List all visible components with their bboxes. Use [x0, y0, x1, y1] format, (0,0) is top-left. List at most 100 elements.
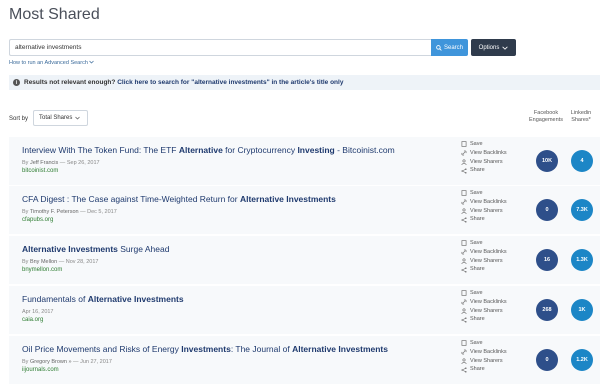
sharers-label: View Sharers	[470, 307, 503, 314]
facebook-count-badge[interactable]: 0	[536, 199, 558, 221]
result-date: Sep 26, 2017	[66, 160, 100, 166]
share-icon	[461, 168, 467, 174]
backlinks-action[interactable]: View Backlinks	[461, 198, 507, 207]
share-action[interactable]: Share	[461, 215, 507, 224]
result-date: Jun 27, 2017	[80, 359, 112, 365]
save-action[interactable]: Save	[461, 140, 507, 149]
result-domain-link[interactable]: cfapubs.org	[22, 217, 53, 223]
result-date: Apr 16, 2017	[22, 309, 54, 315]
result-title-link[interactable]: Oil Price Movements and Risks of Energy …	[22, 344, 388, 354]
result-domain-link[interactable]: bnymellon.com	[22, 267, 62, 273]
sort-label: Sort by	[9, 116, 29, 122]
save-action[interactable]: Save	[461, 189, 507, 198]
share-action[interactable]: Share	[461, 315, 507, 324]
sharers-label: View Sharers	[470, 357, 503, 364]
linkedin-shares-header[interactable]: Linkedin Shares*	[565, 110, 597, 124]
bookmark-icon	[461, 190, 467, 197]
result-title-link[interactable]: Fundamentals of Alternative Investments	[22, 294, 184, 304]
result-title-link[interactable]: CFA Digest : The Case against Time-Weigh…	[22, 194, 336, 204]
save-action[interactable]: Save	[461, 289, 507, 298]
result-actions: Save View Backlinks View Sharers Share	[461, 189, 507, 224]
save-label: Save	[470, 290, 483, 296]
result-domain-link[interactable]: iijournals.com	[22, 367, 59, 373]
linkedin-count-badge[interactable]: 1.3K	[571, 249, 593, 271]
sharers-action[interactable]: View Sharers	[461, 158, 507, 167]
options-button[interactable]: Options	[471, 39, 516, 56]
user-icon	[461, 358, 467, 364]
linkedin-count-badge[interactable]: 7.3K	[571, 199, 593, 221]
search-button[interactable]: Search	[431, 39, 468, 56]
linkedin-count-badge[interactable]: 1K	[571, 299, 593, 321]
result-actions: Save View Backlinks View Sharers Share	[461, 289, 507, 324]
result-domain-link[interactable]: bitcoinist.com	[22, 168, 58, 174]
backlinks-action[interactable]: View Backlinks	[461, 248, 507, 257]
result-author[interactable]: Bny Mellon	[30, 259, 57, 265]
result-actions: Save View Backlinks View Sharers Share	[461, 140, 507, 175]
result-title-segment: Alternative Investments	[22, 244, 118, 254]
linkedin-count-badge[interactable]: 1.2K	[571, 349, 593, 371]
result-date: Dec 5, 2017	[87, 209, 117, 215]
result-title-segment: Investing	[297, 145, 335, 155]
facebook-engagements-header[interactable]: Facebook Engagements	[525, 110, 567, 124]
sharers-action[interactable]: View Sharers	[461, 307, 507, 316]
bookmark-icon	[461, 340, 467, 347]
advanced-search-link[interactable]: How to run an Advanced Search	[9, 60, 95, 66]
meta-separator: —	[58, 160, 67, 166]
link-icon	[461, 299, 467, 305]
sharers-action[interactable]: View Sharers	[461, 207, 507, 216]
search-input[interactable]: alternative investments	[9, 39, 431, 56]
save-label: Save	[470, 340, 483, 346]
facebook-count-badge[interactable]: 0	[536, 349, 558, 371]
share-label: Share	[470, 366, 485, 373]
bookmark-icon	[461, 141, 467, 148]
result-author[interactable]: Gregory Brown »	[30, 359, 72, 365]
sharers-action[interactable]: View Sharers	[461, 357, 507, 366]
share-label: Share	[470, 266, 485, 273]
chevron-down-icon	[502, 46, 509, 50]
share-action[interactable]: Share	[461, 166, 507, 175]
sort-select-value: Total Shares	[39, 115, 73, 121]
share-action[interactable]: Share	[461, 265, 507, 274]
advanced-search-label: How to run an Advanced Search	[9, 60, 88, 66]
result-author[interactable]: Jeff Francis	[30, 160, 58, 166]
facebook-count-badge[interactable]: 16	[536, 249, 558, 271]
facebook-count-badge[interactable]: 10K	[536, 150, 558, 172]
user-icon	[461, 308, 467, 314]
share-action[interactable]: Share	[461, 365, 507, 374]
title-only-search-link[interactable]: Click here to search for "alternative in…	[117, 79, 343, 86]
result-title-link[interactable]: Interview With The Token Fund: The ETF A…	[22, 145, 395, 155]
result-title-segment: for Cryptocurrency	[222, 145, 298, 155]
sort-select[interactable]: Total Shares	[33, 110, 88, 126]
linkedin-count-badge[interactable]: 4	[571, 150, 593, 172]
result-title-link[interactable]: Alternative Investments Surge Ahead	[22, 244, 169, 254]
meta-separator: —	[71, 359, 81, 365]
result-title-segment: Oil Price Movements and Risks of Energy	[22, 344, 182, 354]
result-date: Nov 28, 2017	[65, 259, 99, 265]
share-icon	[461, 317, 467, 323]
result-title-segment: Surge Ahead	[117, 244, 170, 254]
backlinks-action[interactable]: View Backlinks	[461, 348, 507, 357]
result-title-segment: - Bitcoinist.com	[334, 145, 395, 155]
share-label: Share	[470, 167, 485, 174]
share-icon	[461, 267, 467, 273]
save-label: Save	[470, 240, 483, 246]
result-author[interactable]: Timothy F. Peterson	[30, 209, 79, 215]
result-meta: By Gregory Brown » — Jun 27, 2017	[22, 359, 112, 365]
result-row: Fundamentals of Alternative Investments A…	[9, 286, 600, 334]
save-action[interactable]: Save	[461, 339, 507, 348]
result-domain-link[interactable]: caia.org	[22, 317, 43, 323]
sharers-action[interactable]: View Sharers	[461, 257, 507, 266]
result-title-segment: Alternative	[178, 145, 223, 155]
link-icon	[461, 150, 467, 156]
result-title-segment: Alternative Investments	[239, 194, 336, 204]
backlinks-action[interactable]: View Backlinks	[461, 298, 507, 307]
meta-separator: —	[78, 209, 88, 215]
facebook-count-badge[interactable]: 268	[536, 299, 558, 321]
save-action[interactable]: Save	[461, 239, 507, 248]
backlinks-label: View Backlinks	[470, 248, 507, 255]
by-label: By	[22, 259, 30, 265]
share-label: Share	[470, 216, 485, 223]
result-title-segment: Investments	[181, 344, 231, 354]
share-icon	[461, 367, 467, 373]
backlinks-action[interactable]: View Backlinks	[461, 149, 507, 158]
